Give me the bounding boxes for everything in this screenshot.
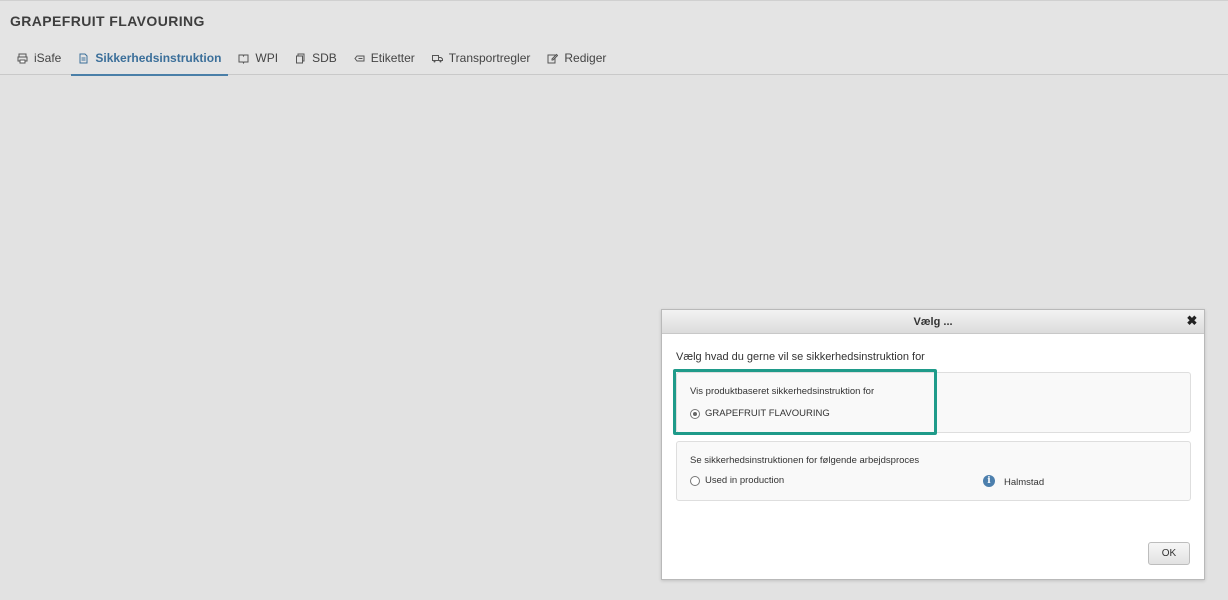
radio-button-unchecked[interactable]	[690, 475, 700, 486]
info-icon[interactable]: i	[983, 475, 995, 487]
tab-etiketter[interactable]: Etiketter	[347, 41, 422, 75]
printer-icon	[17, 53, 28, 64]
process-option-heading: Se sikkerhedsinstruktionen for følgende …	[690, 455, 920, 466]
tab-label: WPI	[255, 51, 279, 65]
process-radio-label: Used in production	[705, 475, 785, 486]
tab-bar: iSafe Sikkerhedsinstruktion WPI SDB Etik…	[0, 41, 613, 76]
tab-sdb[interactable]: SDB	[288, 41, 344, 75]
choose-dialog: Vælg ... ✖ Vælg hvad du gerne vil se sik…	[661, 309, 1205, 580]
tab-label: SDB	[312, 51, 337, 65]
product-radio-label: GRAPEFRUIT FLAVOURING	[705, 408, 830, 419]
tab-rediger[interactable]: Rediger	[540, 41, 613, 75]
process-radio-option[interactable]: Used in production	[690, 475, 784, 486]
dialog-intro: Vælg hvad du gerne vil se sikkerhedsinst…	[676, 351, 925, 363]
tab-label: Rediger	[564, 51, 607, 65]
page-title: GRAPEFRUIT FLAVOURING	[10, 13, 205, 29]
tab-label: iSafe	[34, 51, 62, 65]
product-option-heading: Vis produktbaseret sikkerhedsinstruktion…	[690, 386, 875, 397]
page-header: GRAPEFRUIT FLAVOURING iSafe Sikkerhedsin…	[0, 0, 1228, 76]
document-icon	[78, 53, 89, 64]
ok-button[interactable]: OK	[1148, 542, 1190, 565]
tab-label: Etiketter	[370, 51, 415, 65]
tab-isafe[interactable]: iSafe	[10, 41, 68, 75]
product-radio-option[interactable]: GRAPEFRUIT FLAVOURING	[690, 408, 830, 419]
process-option-group: Se sikkerhedsinstruktionen for følgende …	[676, 441, 1191, 501]
tab-wpi[interactable]: WPI	[231, 41, 285, 75]
tab-transportregler[interactable]: Transportregler	[425, 41, 538, 75]
label-icon	[354, 53, 365, 64]
tab-label: Sikkerhedsinstruktion	[95, 51, 222, 65]
location-label: Halmstad	[1004, 477, 1045, 488]
radio-button-checked[interactable]	[690, 408, 700, 419]
product-option-group: Vis produktbaseret sikkerhedsinstruktion…	[676, 372, 1191, 433]
tab-sikkerhedsinstruktion[interactable]: Sikkerhedsinstruktion	[71, 41, 229, 76]
dialog-title: Vælg ...	[913, 316, 953, 328]
book-icon	[238, 53, 249, 64]
truck-icon	[431, 53, 443, 64]
close-icon[interactable]: ✖	[1186, 314, 1198, 327]
edit-icon	[547, 53, 559, 64]
copy-icon	[295, 53, 306, 64]
tab-label: Transportregler	[448, 51, 531, 65]
dialog-titlebar[interactable]: Vælg ... ✖	[662, 310, 1204, 334]
